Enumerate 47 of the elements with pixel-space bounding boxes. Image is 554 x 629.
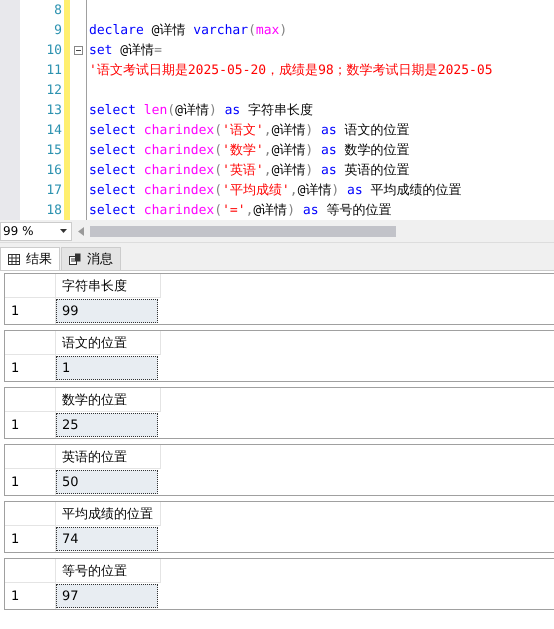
line-number: 13 [45,102,62,118]
collapse-icon[interactable] [74,46,82,54]
line-number: 14 [45,122,62,138]
code-line: declare @详情 varchar(max) [89,22,288,39]
line-number: 8 [53,2,62,18]
column-header: 字符串长度 [56,274,161,298]
code-line: select charindex('平均成绩',@详情) as 平均成绩的位置 [89,182,462,199]
code-line: select charindex('=',@详情) as 等号的位置 [89,202,392,219]
code-line: select len(@详情) as 字符串长度 [89,102,314,119]
grid-corner [5,502,56,526]
document-icon [69,253,81,265]
table-cell[interactable]: 25 [56,413,158,437]
grid-corner [5,559,56,583]
line-number: 11 [45,62,62,78]
column-header: 英语的位置 [56,445,161,469]
grid-corner [5,274,56,298]
line-number: 18 [45,202,62,218]
zoom-dropdown[interactable]: 99 % [0,222,72,240]
table-cell[interactable]: 1 [56,356,158,380]
line-number: 17 [45,182,62,198]
line-number: 15 [45,142,62,158]
table-cell[interactable]: 97 [56,584,158,608]
code-line: set @详情= [89,42,162,59]
column-header: 语文的位置 [56,331,161,355]
scroll-left-icon[interactable] [78,226,84,236]
table-cell[interactable]: 99 [56,299,158,323]
column-header: 平均成绩的位置 [56,502,161,526]
grid-corner [5,445,56,469]
code-line: select charindex('语文',@详情) as 语文的位置 [89,122,410,139]
column-header: 等号的位置 [56,559,161,583]
column-header: 数学的位置 [56,388,161,412]
code-line: select charindex('数学',@详情) as 数学的位置 [89,142,410,159]
results-tab[interactable]: 结果 [0,247,60,270]
line-number: 10 [45,42,62,58]
grid-corner [5,331,56,355]
code-line: '语文考试日期是2025-05-20，成绩是98；数学考试日期是2025-05 [89,62,493,79]
results-tab[interactable]: 消息 [61,247,121,270]
grid-corner [5,388,56,412]
table-cell[interactable]: 50 [56,470,158,494]
caret-icon [60,229,67,233]
line-number: 16 [45,162,62,178]
grid-icon [8,254,20,264]
table-cell[interactable]: 74 [56,527,158,551]
line-number: 9 [53,22,62,38]
line-number: 12 [45,82,62,98]
code-line: select charindex('英语',@详情) as 英语的位置 [89,162,410,179]
scrollbar-thumb[interactable] [90,226,396,236]
